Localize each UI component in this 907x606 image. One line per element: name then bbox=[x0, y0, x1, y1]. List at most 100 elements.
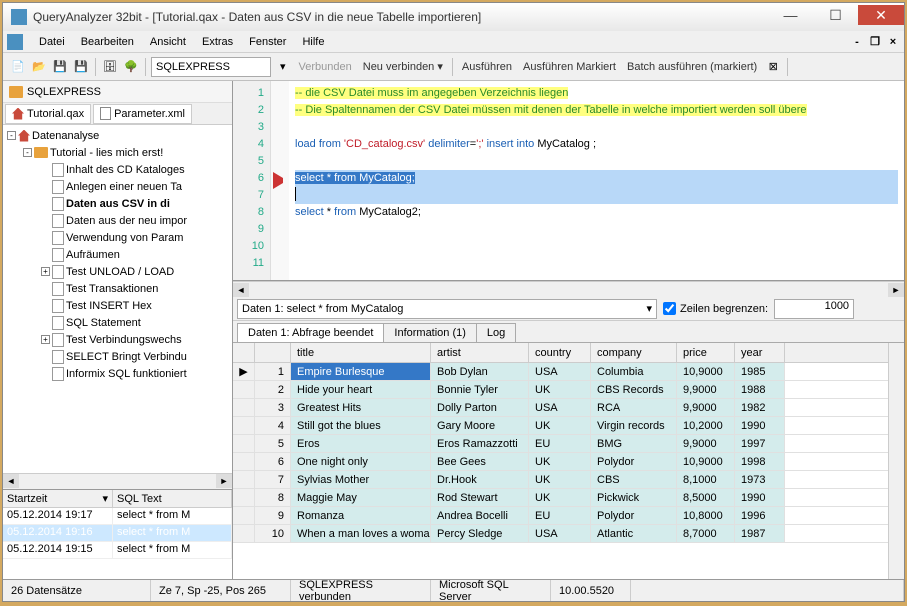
tree-icon[interactable]: 🌳 bbox=[122, 58, 140, 76]
maximize-button[interactable]: ☐ bbox=[813, 5, 858, 25]
table-row[interactable]: 8Maggie MayRod StewartUKPickwick8,500019… bbox=[233, 489, 888, 507]
menu-extras[interactable]: Extras bbox=[194, 36, 241, 48]
tab-log[interactable]: Log bbox=[476, 323, 516, 343]
filetab-parameter[interactable]: Parameter.xml bbox=[93, 104, 192, 124]
doc-icon bbox=[52, 367, 64, 381]
project-tree[interactable]: -Datenanalyse -Tutorial - lies mich erst… bbox=[3, 125, 232, 473]
server-label: SQLEXPRESS bbox=[27, 86, 101, 98]
app-window: QueryAnalyzer 32bit - [Tutorial.qax - Da… bbox=[2, 2, 905, 602]
doc-icon bbox=[52, 180, 64, 194]
doc-icon bbox=[52, 197, 64, 211]
table-row[interactable]: 9RomanzaAndrea BocelliEUPolydor10,800019… bbox=[233, 507, 888, 525]
line-gutter: 1234567891011 bbox=[233, 81, 271, 280]
filetab-tutorial[interactable]: Tutorial.qax bbox=[5, 104, 91, 124]
tree-expander[interactable]: - bbox=[23, 148, 32, 157]
titlebar[interactable]: QueryAnalyzer 32bit - [Tutorial.qax - Da… bbox=[3, 3, 904, 31]
tree-expander[interactable]: + bbox=[41, 267, 50, 276]
menu-datei[interactable]: Datei bbox=[31, 36, 73, 48]
result-grid[interactable]: title artist country company price year … bbox=[233, 342, 904, 579]
window-title: QueryAnalyzer 32bit - [Tutorial.qax - Da… bbox=[33, 10, 768, 24]
open-button[interactable]: 📂 bbox=[30, 58, 48, 76]
tree-root[interactable]: Datenanalyse bbox=[32, 130, 99, 142]
table-row[interactable]: 10When a man loves a womanPercy SledgeUS… bbox=[233, 525, 888, 543]
db-icon[interactable]: 🗄 bbox=[101, 58, 119, 76]
table-row[interactable]: 3Greatest HitsDolly PartonUSARCA9,900019… bbox=[233, 399, 888, 417]
history-row[interactable]: 05.12.2014 19:16select * from M bbox=[3, 525, 232, 542]
sql-editor[interactable]: 1234567891011 -- die CSV Datei muss im a… bbox=[233, 81, 904, 281]
tree-item[interactable]: Daten aus der neu impor bbox=[5, 212, 230, 229]
connection-combo[interactable]: SQLEXPRESS bbox=[151, 57, 271, 77]
tree-item[interactable]: Anlegen einer neuen Ta bbox=[5, 178, 230, 195]
new-button[interactable]: 📄 bbox=[9, 58, 27, 76]
doc-icon bbox=[52, 316, 64, 330]
history-row[interactable]: 05.12.2014 19:15select * from M bbox=[3, 542, 232, 559]
doc-icon bbox=[52, 265, 64, 279]
table-row[interactable]: 7Sylvias MotherDr.HookUKCBS8,10001973 bbox=[233, 471, 888, 489]
doc-icon bbox=[52, 299, 64, 313]
grid-vscroll[interactable] bbox=[888, 343, 904, 579]
stop-button[interactable]: ⊠ bbox=[764, 58, 782, 76]
tab-information[interactable]: Information (1) bbox=[383, 323, 477, 343]
tree-expander[interactable]: - bbox=[7, 131, 16, 140]
menu-bearbeiten[interactable]: Bearbeiten bbox=[73, 36, 142, 48]
status-records: 26 Datensätze bbox=[3, 580, 151, 601]
doc-icon bbox=[52, 163, 64, 177]
statusbar: 26 Datensätze Ze 7, Sp -25, Pos 265 SQLE… bbox=[3, 579, 904, 601]
connection-header[interactable]: SQLEXPRESS bbox=[3, 81, 232, 103]
menu-hilfe[interactable]: Hilfe bbox=[294, 36, 332, 48]
history-col-start[interactable]: Startzeit▾ bbox=[3, 490, 113, 507]
result-tabs: Daten 1: Abfrage beendet Information (1)… bbox=[233, 321, 904, 343]
col-year[interactable]: year bbox=[735, 343, 785, 362]
col-country[interactable]: country bbox=[529, 343, 591, 362]
table-row[interactable]: 4Still got the bluesGary MooreUKVirgin r… bbox=[233, 417, 888, 435]
tree-item[interactable]: Aufräumen bbox=[5, 246, 230, 263]
execute-link[interactable]: Ausführen bbox=[458, 61, 516, 73]
tree-item[interactable]: Test INSERT Hex bbox=[5, 297, 230, 314]
doc-icon bbox=[52, 231, 64, 245]
save-button[interactable]: 💾 bbox=[51, 58, 69, 76]
editor-hscroll[interactable]: ◄► bbox=[233, 281, 904, 297]
close-button[interactable]: ✕ bbox=[858, 5, 904, 25]
tree-item[interactable]: +Test Verbindungswechs bbox=[5, 331, 230, 348]
table-row[interactable]: ▶1Empire BurlesqueBob DylanUSAColumbia10… bbox=[233, 363, 888, 381]
table-row[interactable]: 5ErosEros RamazzottiEUBMG9,90001997 bbox=[233, 435, 888, 453]
limit-checkbox[interactable]: Zeilen begrenzen: bbox=[663, 302, 768, 315]
batch-link[interactable]: Batch ausführen (markiert) bbox=[623, 61, 761, 73]
tree-expander[interactable]: + bbox=[41, 335, 50, 344]
mdi-close[interactable]: × bbox=[886, 35, 900, 49]
tree-tutorial[interactable]: Tutorial - lies mich erst! bbox=[50, 147, 163, 159]
mdi-restore[interactable]: ❐ bbox=[868, 35, 882, 49]
col-title[interactable]: title bbox=[291, 343, 431, 362]
result-combo[interactable]: Daten 1: select * from MyCatalog▾ bbox=[237, 299, 657, 319]
doc-icon bbox=[100, 107, 111, 120]
doc-icon bbox=[52, 248, 64, 262]
table-row[interactable]: 6One night onlyBee GeesUKPolydor10,90001… bbox=[233, 453, 888, 471]
mdi-minimize[interactable]: - bbox=[850, 35, 864, 49]
tree-item[interactable]: Informix SQL funktioniert bbox=[5, 365, 230, 382]
history-col-sql[interactable]: SQL Text bbox=[113, 490, 232, 507]
history-panel: Startzeit▾ SQL Text 05.12.2014 19:17sele… bbox=[3, 489, 232, 579]
col-price[interactable]: price bbox=[677, 343, 735, 362]
saveall-button[interactable]: 💾 bbox=[72, 58, 90, 76]
menu-fenster[interactable]: Fenster bbox=[241, 36, 294, 48]
minimize-button[interactable]: — bbox=[768, 5, 813, 25]
connected-label: Verbunden bbox=[295, 61, 356, 73]
tree-item[interactable]: Inhalt des CD Kataloges bbox=[5, 161, 230, 178]
doc-icon bbox=[52, 282, 64, 296]
reconnect-link[interactable]: Neu verbinden ▾ bbox=[359, 60, 447, 73]
tab-daten[interactable]: Daten 1: Abfrage beendet bbox=[237, 323, 384, 343]
tree-item[interactable]: SELECT Bringt Verbindu bbox=[5, 348, 230, 365]
tree-item[interactable]: Test Transaktionen bbox=[5, 280, 230, 297]
app-icon bbox=[11, 9, 27, 25]
menu-ansicht[interactable]: Ansicht bbox=[142, 36, 194, 48]
execute-marked-link[interactable]: Ausführen Markiert bbox=[519, 61, 620, 73]
tree-item[interactable]: +Test UNLOAD / LOAD bbox=[5, 263, 230, 280]
col-artist[interactable]: artist bbox=[431, 343, 529, 362]
limit-input[interactable]: 1000 bbox=[774, 299, 854, 319]
tree-item[interactable]: SQL Statement bbox=[5, 314, 230, 331]
history-row[interactable]: 05.12.2014 19:17select * from M bbox=[3, 508, 232, 525]
tree-item[interactable]: Daten aus CSV in di bbox=[5, 195, 230, 212]
col-company[interactable]: company bbox=[591, 343, 677, 362]
tree-item[interactable]: Verwendung von Param bbox=[5, 229, 230, 246]
table-row[interactable]: 2Hide your heartBonnie TylerUKCBS Record… bbox=[233, 381, 888, 399]
